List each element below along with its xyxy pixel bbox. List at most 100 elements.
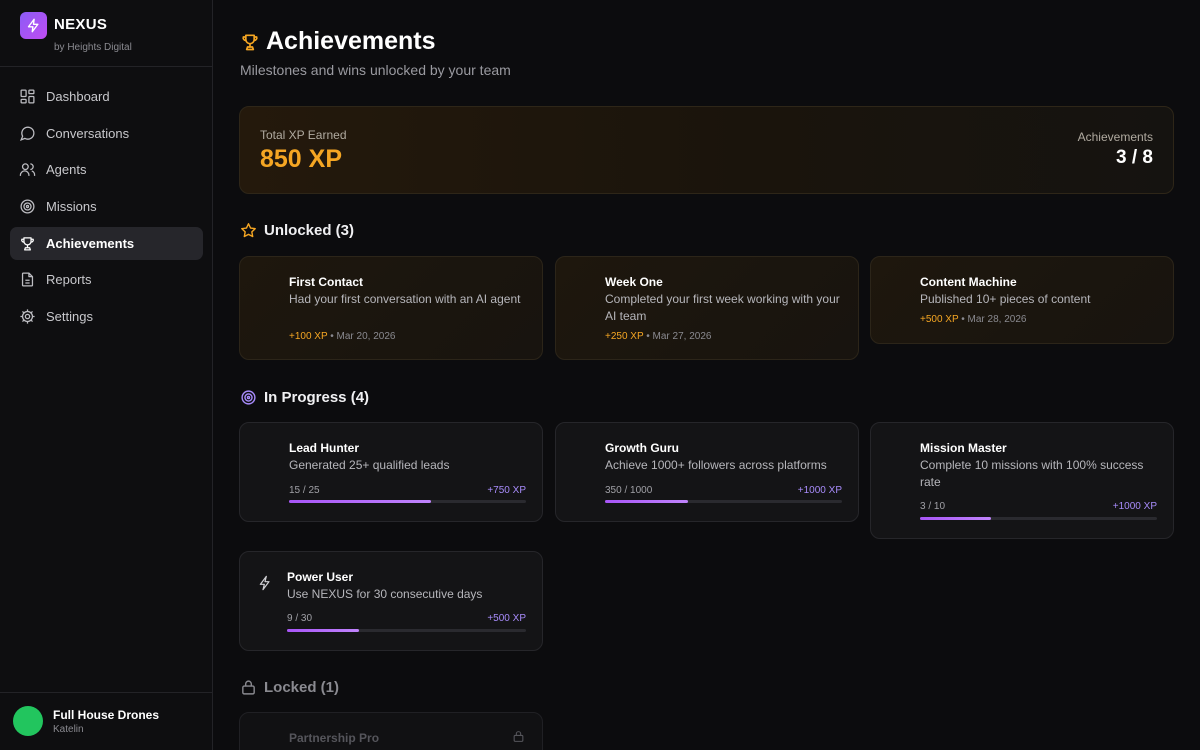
document-icon (21, 272, 34, 287)
lock-icon (242, 680, 255, 695)
progress-fill (605, 500, 688, 503)
progress-card[interactable]: Lead Hunter Generated 25+ qualified lead… (239, 422, 543, 522)
progress-count: 9 / 30 (287, 613, 313, 624)
gear-icon (20, 309, 35, 324)
progress-reward: +500 XP (487, 613, 526, 624)
achievement-xp: +100 XP (289, 331, 328, 342)
progress-reward: +750 XP (487, 485, 526, 496)
achievement-title: Lead Hunter (289, 441, 360, 455)
progress-card[interactable]: Growth Guru Achieve 1000+ followers acro… (555, 422, 859, 522)
section-title-text: In Progress (4) (264, 389, 370, 406)
sidebar-item-agents[interactable]: Agents (10, 153, 203, 186)
sidebar-item-reports[interactable]: Reports (10, 263, 203, 296)
achievement-title: Partnership Pro (289, 731, 380, 745)
xp-label: Total XP Earned (260, 128, 347, 142)
sidebar-nav: Dashboard Conversations Agents Missions … (10, 80, 203, 337)
progress-bar (920, 517, 1157, 520)
sidebar: NEXUS by Heights Digital Dashboard Conve… (0, 0, 213, 750)
sidebar-divider (0, 66, 212, 67)
xp-value: 850 XP (260, 145, 343, 173)
lock-icon (513, 731, 524, 742)
achievement-description: Generated 25+ qualified leads (289, 458, 450, 472)
achievement-meta: +500 XP • Mar 28, 2026 (920, 314, 1026, 325)
progress-bar (289, 500, 526, 503)
sidebar-item-dashboard[interactable]: Dashboard (10, 80, 203, 113)
achievement-date: • Mar 20, 2026 (330, 331, 396, 342)
progress-fill (287, 629, 359, 632)
sidebar-item-label: Dashboard (46, 89, 110, 104)
sidebar-item-label: Reports (46, 272, 92, 288)
locked-card[interactable]: Partnership Pro (239, 712, 543, 750)
achievement-xp: +500 XP (920, 314, 959, 325)
sidebar-item-label: Conversations (46, 125, 130, 141)
achievement-title: Power User (287, 570, 354, 584)
progress-bar (605, 500, 842, 503)
progress-bar (287, 629, 526, 632)
achievements-count: 3 / 8 (1116, 147, 1153, 168)
achievement-title: Growth Guru (605, 441, 679, 455)
achievement-description: Use NEXUS for 30 consecutive days (287, 587, 483, 601)
lightning-icon (259, 575, 270, 591)
achievement-description: Completed your first week working with y… (605, 292, 840, 323)
target-icon (20, 199, 35, 214)
progress-card[interactable]: Power User Use NEXUS for 30 consecutive … (239, 551, 543, 651)
star-icon (241, 223, 256, 238)
progress-reward: +1000 XP (797, 485, 842, 496)
achievement-date: • Mar 28, 2026 (961, 314, 1027, 325)
user-subtitle: Katelin (53, 724, 84, 735)
section-title-text: Locked (1) (264, 679, 340, 696)
main-content: Achievements Milestones and wins unlocke… (213, 0, 1200, 750)
achievement-meta: +100 XP • Mar 20, 2026 (289, 331, 395, 342)
target-icon (241, 390, 256, 405)
achievement-title: First Contact (289, 275, 364, 289)
progress-count: 15 / 25 (289, 485, 320, 496)
achievement-description: Published 10+ pieces of content (920, 292, 1091, 306)
sidebar-item-label: Missions (46, 199, 97, 215)
section-title-locked: Locked (1) (240, 679, 339, 696)
xp-summary-card: Total XP Earned 850 XP Achievements 3 / … (239, 106, 1174, 194)
progress-fill (289, 500, 432, 503)
achievement-title: Mission Master (920, 441, 1007, 455)
users-icon (19, 163, 36, 177)
sidebar-item-achievements[interactable]: Achievements (10, 226, 203, 260)
page-title: Achievements (240, 27, 436, 56)
progress-card[interactable]: Mission Master Complete 10 missions with… (870, 422, 1174, 539)
dashboard-icon (20, 89, 35, 104)
section-title-unlocked: Unlocked (3) (240, 222, 354, 239)
progress-fill (920, 517, 992, 520)
progress-reward: +1000 XP (1112, 501, 1157, 512)
achievement-meta: +250 XP • Mar 27, 2026 (605, 331, 711, 342)
sidebar-item-label: Agents (46, 162, 87, 178)
brand-name: NEXUS (54, 16, 108, 33)
achievement-description: Had your first conversation with an AI a… (289, 292, 521, 306)
avatar (13, 706, 43, 736)
sidebar-item-label: Settings (46, 309, 93, 325)
user-name: Full House Drones (53, 708, 160, 722)
brand[interactable]: NEXUS by Heights Digital (20, 12, 200, 56)
lightning-logo-icon (20, 12, 47, 39)
sidebar-footer-divider (0, 692, 212, 693)
achievement-card[interactable]: Content Machine Published 10+ pieces of … (870, 256, 1174, 344)
achievement-title: Week One (605, 275, 663, 289)
progress-count: 350 / 1000 (605, 485, 653, 496)
achievement-xp: +250 XP (605, 331, 644, 342)
sidebar-item-conversations[interactable]: Conversations (10, 117, 203, 150)
page-title-text: Achievements (266, 27, 436, 55)
brand-subtitle: by Heights Digital (54, 42, 132, 53)
user-profile[interactable]: Full House Drones Katelin (13, 706, 203, 738)
sidebar-item-label: Achievements (46, 235, 135, 251)
sidebar-item-settings[interactable]: Settings (10, 300, 203, 333)
page-subtitle: Milestones and wins unlocked by your tea… (240, 62, 511, 78)
section-title-text: Unlocked (3) (264, 222, 355, 239)
achievement-date: • Mar 27, 2026 (646, 331, 712, 342)
sidebar-item-missions[interactable]: Missions (10, 190, 203, 223)
achievement-description: Complete 10 missions with 100% success r… (920, 458, 1144, 489)
progress-count: 3 / 10 (920, 501, 946, 512)
achievement-card[interactable]: Week One Completed your first week worki… (555, 256, 859, 360)
trophy-icon (21, 236, 34, 251)
achievement-card[interactable]: First Contact Had your first conversatio… (239, 256, 543, 360)
achievements-label: Achievements (1077, 130, 1153, 144)
chat-icon (19, 126, 35, 141)
trophy-icon (242, 34, 258, 50)
achievement-title: Content Machine (920, 275, 1017, 289)
